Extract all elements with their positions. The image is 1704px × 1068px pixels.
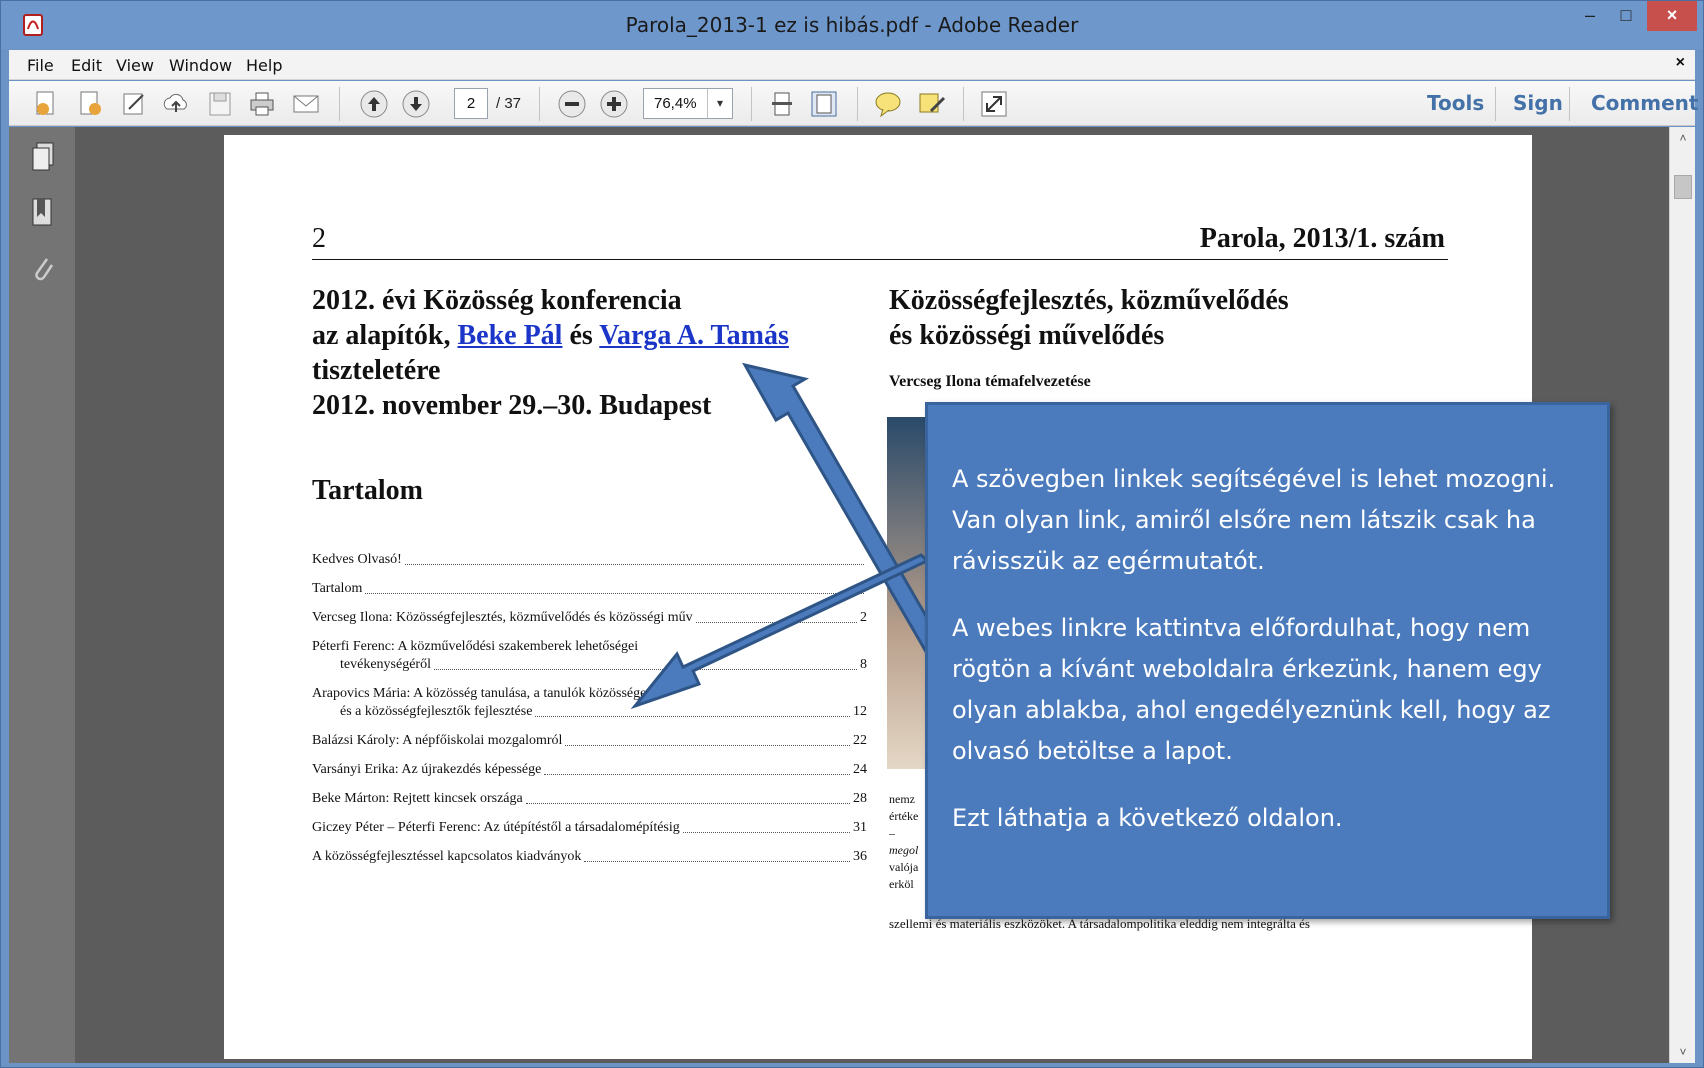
instruction-callout: A szövegben linkek segítségével is lehet… [925,402,1610,919]
scroll-up-icon[interactable]: ˄ [1670,127,1696,149]
comment-pane-button[interactable]: Comment [1591,91,1698,115]
toc-entry[interactable]: A közösségfejlesztéssel kapcsolatos kiad… [312,848,867,866]
document-close-button[interactable]: × [1676,54,1685,72]
sign-pane-button[interactable]: Sign [1513,91,1563,115]
menu-file[interactable]: File [27,56,54,75]
combine-icon[interactable] [75,89,105,119]
edit-icon[interactable] [119,89,149,119]
zoom-out-icon[interactable] [557,89,587,119]
highlight-icon[interactable] [917,89,947,119]
toolbar-separator [339,87,340,121]
minimize-button[interactable]: – [1573,1,1607,31]
title-bar: Parola_2013-1 ez is hibás.pdf - Adobe Re… [1,1,1703,49]
toc-entry[interactable]: Varsányi Erika: Az újrakezdés képessége 2… [312,761,867,779]
fullscreen-icon[interactable] [979,89,1009,119]
author-line: Vercseg Ilona témafelvezetése [889,373,1091,390]
save-icon[interactable] [205,89,235,119]
table-of-contents: Kedves Olvasó! Tartalom Vercseg Ilona: K… [312,551,867,877]
cloud-upload-icon[interactable] [161,89,191,119]
attachments-icon[interactable] [29,253,57,285]
toc-entry[interactable]: Vercseg Ilona: Közösségfejlesztés, közmű… [312,609,867,627]
prev-page-icon[interactable] [359,89,389,119]
tools-pane-button[interactable]: Tools [1427,91,1484,115]
menu-edit[interactable]: Edit [71,56,102,75]
close-button[interactable]: × [1647,1,1697,31]
toolbar-separator [857,87,858,121]
article-heading: Közösségfejlesztés, közművelődés és közö… [889,285,1289,351]
next-page-icon[interactable] [401,89,431,119]
zoom-in-icon[interactable] [599,89,629,119]
toc-entry[interactable]: Giczey Péter – Péterfi Ferenc: Az útépít… [312,819,867,837]
menu-window[interactable]: Window [169,56,232,75]
adobe-reader-window: Parola_2013-1 ez is hibás.pdf - Adobe Re… [0,0,1704,1068]
toc-entry[interactable]: Arapovics Mária: A közösség tanulása, a … [312,685,867,721]
comment-icon[interactable] [873,89,903,119]
toc-entry[interactable]: Beke Márton: Rejtett kincsek országa 28 [312,790,867,808]
callout-paragraph-3: Ezt láthatja a következő oldalon. [952,804,1343,832]
navigation-pane [9,127,75,1063]
print-icon[interactable] [247,89,277,119]
callout-paragraph-1: A szövegben linkek segítségével is lehet… [952,465,1556,575]
page-number-input[interactable]: 2 [454,88,488,119]
page-total: / 37 [496,95,522,112]
toolbar-separator [963,87,964,121]
bookmarks-icon[interactable] [29,197,57,229]
email-icon[interactable] [291,89,321,119]
toolbar: 2 / 37 76,4% ▾ Tools Sign Comment [9,81,1698,126]
scroll-down-icon[interactable]: ˅ [1670,1041,1696,1063]
scroll-mode-icon[interactable] [767,89,797,119]
toc-entry[interactable]: Kedves Olvasó! [312,551,867,569]
toolbar-separator [751,87,752,121]
toc-entry[interactable]: Péterfi Ferenc: A közművelődési szakembe… [312,638,867,674]
vertical-scrollbar[interactable]: ˄ ˅ [1669,127,1695,1063]
page-number-label: 2 [312,223,326,254]
maximize-button[interactable]: □ [1609,1,1643,31]
header-rule [312,259,1448,260]
pages-icon[interactable] [29,141,57,173]
menu-bar: File Edit View Window Help × [9,50,1695,80]
toolbar-separator [1495,87,1496,121]
toc-title: Tartalom [312,475,423,506]
fit-page-icon[interactable] [809,89,839,119]
menu-view[interactable]: View [116,56,154,75]
link-beke-pal[interactable]: Beke Pál [457,320,562,351]
toolbar-separator [1569,87,1570,121]
create-pdf-icon[interactable] [31,89,61,119]
callout-paragraph-2: A webes linkre kattintva előfordulhat, h… [952,614,1551,765]
toolbar-separator [539,87,540,121]
article-body-fragment: nemz értéke – megol valója erköl [889,792,919,891]
window-title: Parola_2013-1 ez is hibás.pdf - Adobe Re… [625,13,1079,37]
scroll-thumb[interactable] [1674,175,1692,199]
toc-entry[interactable]: Tartalom [312,580,867,598]
link-varga-tamas[interactable]: Varga A. Tamás [599,320,789,351]
toc-entry[interactable]: Balázsi Károly: A népfőiskolai mozgalomr… [312,732,867,750]
conference-heading: 2012. évi Közösség konferencia az alapít… [312,285,789,421]
journal-header: Parola, 2013/1. szám [1199,223,1445,254]
menu-help[interactable]: Help [246,56,282,75]
zoom-dropdown-button[interactable]: ▾ [707,89,732,118]
